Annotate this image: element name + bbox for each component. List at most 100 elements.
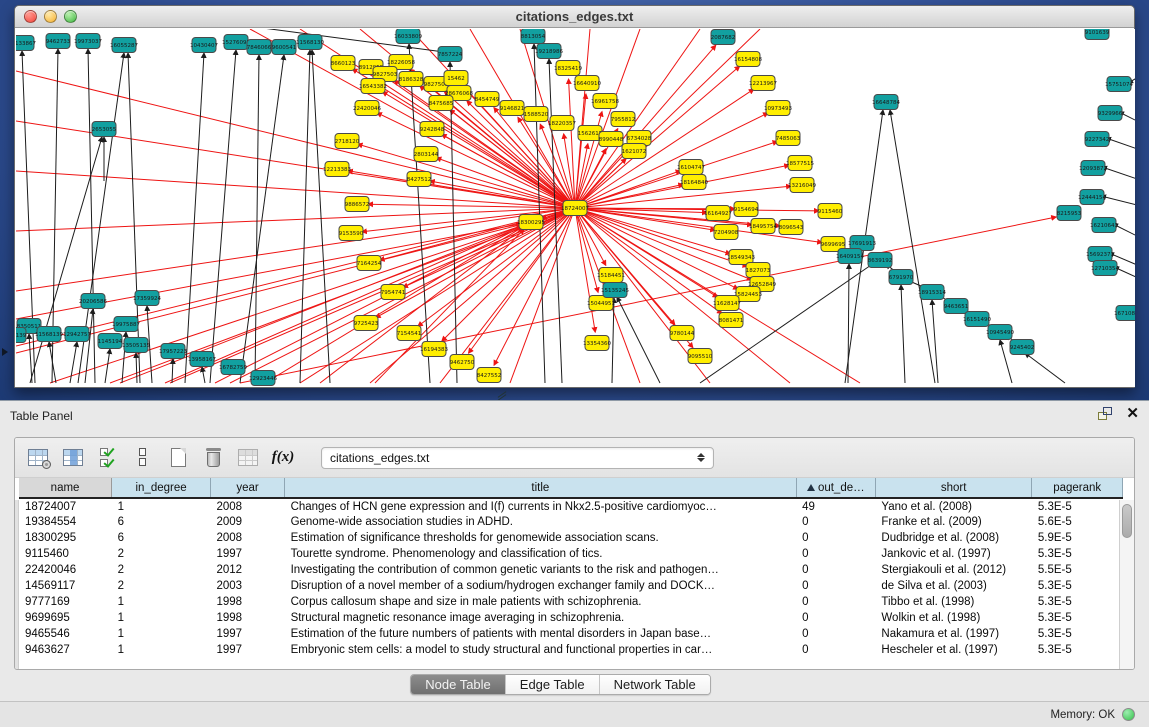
graph-node[interactable]: 8475685 <box>429 96 454 111</box>
cell-pagerank[interactable]: 5.3E-5 <box>1032 578 1123 594</box>
graph-node[interactable]: 7955812 <box>611 112 636 127</box>
cell-pagerank[interactable]: 5.3E-5 <box>1032 498 1123 514</box>
cell-pagerank[interactable]: 5.3E-5 <box>1032 546 1123 562</box>
cell-short[interactable]: Hescheler et al. (1997) <box>875 642 1031 658</box>
cell-title[interactable]: Estimation of significance thresholds fo… <box>285 530 797 546</box>
scrollbar-thumb[interactable] <box>1122 504 1132 538</box>
graph-node[interactable]: 18577515 <box>786 156 814 171</box>
cell-short[interactable]: Yano et al. (2008) <box>875 498 1031 514</box>
cell-out_degree[interactable]: 0 <box>796 626 875 642</box>
graph-node[interactable]: 19973037 <box>74 34 102 49</box>
function-builder-button[interactable]: f(x) <box>270 445 296 471</box>
cell-out_degree[interactable]: 49 <box>796 498 875 514</box>
graph-node[interactable]: 12213967 <box>749 76 777 91</box>
cell-title[interactable]: Investigating the contribution of common… <box>285 562 797 578</box>
cell-in_degree[interactable]: 1 <box>112 626 211 642</box>
graph-node[interactable]: 8427552 <box>477 368 502 383</box>
table-row[interactable]: 1830029562008Estimation of significance … <box>19 530 1123 546</box>
graph-node[interactable]: 1588520 <box>524 107 549 122</box>
graph-node[interactable]: 8427512 <box>407 172 432 187</box>
column-header-pagerank[interactable]: pagerank <box>1032 478 1123 498</box>
graph-node[interactable]: 7485063 <box>776 131 801 146</box>
zoom-window-icon[interactable] <box>64 10 77 23</box>
cell-short[interactable]: Jankovic et al. (1997) <box>875 546 1031 562</box>
graph-node[interactable]: 9780144 <box>670 326 695 341</box>
graph-node[interactable]: 16033809 <box>394 29 422 44</box>
graph-node[interactable]: 2803144 <box>414 147 439 162</box>
cell-in_degree[interactable]: 2 <box>112 546 211 562</box>
pane-resize-grip[interactable] <box>497 392 507 399</box>
graph-node[interactable]: 19218986 <box>535 44 563 59</box>
cell-name[interactable]: 9465546 <box>19 626 112 642</box>
graph-node[interactable]: 15135245 <box>601 283 629 298</box>
cell-out_degree[interactable]: 0 <box>796 610 875 626</box>
graph-node[interactable]: 16710834 <box>1114 306 1135 321</box>
vertical-scrollbar[interactable] <box>1119 500 1134 669</box>
table-source-select[interactable]: citations_edges.txt <box>321 447 714 469</box>
cell-name[interactable]: 22420046 <box>19 562 112 578</box>
graph-node[interactable]: 9146821 <box>500 101 525 116</box>
panel-collapse-arrow-icon[interactable] <box>2 348 8 356</box>
graph-node[interactable]: 10430407 <box>190 38 218 53</box>
graph-node[interactable]: 12710354 <box>1091 261 1119 276</box>
cell-out_degree[interactable]: 0 <box>796 514 875 530</box>
cell-short[interactable]: Nakamura et al. (1997) <box>875 626 1031 642</box>
graph-node[interactable]: 7204908 <box>714 225 739 240</box>
graph-node[interactable]: 7154541 <box>397 326 422 341</box>
graph-node[interactable]: 11568130 <box>296 35 324 50</box>
minimize-window-icon[interactable] <box>44 10 57 23</box>
cell-pagerank[interactable]: 5.3E-5 <box>1032 594 1123 610</box>
graph-node[interactable]: 22420046 <box>353 101 381 116</box>
close-window-icon[interactable] <box>24 10 37 23</box>
graph-node[interactable]: 9115460 <box>818 204 843 219</box>
cell-title[interactable]: Estimation of the future numbers of pati… <box>285 626 797 642</box>
row-height-button[interactable] <box>130 445 156 471</box>
cell-out_degree[interactable]: 0 <box>796 594 875 610</box>
graph-node[interactable]: 18915314 <box>918 285 946 300</box>
graph-node[interactable]: 18495754 <box>749 219 777 234</box>
graph-node[interactable]: 9463651 <box>944 299 969 314</box>
graph-node[interactable]: 18325419 <box>554 61 582 76</box>
graph-node[interactable]: 9725423 <box>354 316 379 331</box>
column-header-short[interactable]: short <box>875 478 1031 498</box>
graph-node[interactable]: 8660123 <box>331 56 356 71</box>
graph-node[interactable]: 9095510 <box>688 349 713 364</box>
cell-name[interactable]: 9699695 <box>19 610 112 626</box>
graph-node[interactable]: 8096543 <box>779 220 804 235</box>
graph-node[interactable]: 12213383 <box>323 162 351 177</box>
cell-name[interactable]: 9463627 <box>19 642 112 658</box>
graph-node[interactable]: 8813054 <box>521 29 546 44</box>
graph-node[interactable]: 13958167 <box>188 352 216 367</box>
cell-title[interactable]: Disruption of a novel member of a sodium… <box>285 578 797 594</box>
graph-node[interactable]: 9242848 <box>420 122 445 137</box>
graph-node[interactable]: 3915139 <box>16 328 27 343</box>
cell-name[interactable]: 14569117 <box>19 578 112 594</box>
cell-year[interactable]: 2008 <box>210 530 284 546</box>
cell-out_degree[interactable]: 0 <box>796 530 875 546</box>
graph-node[interactable]: 6791970 <box>889 270 914 285</box>
graph-node[interactable]: 18220357 <box>548 116 576 131</box>
cell-name[interactable]: 18300295 <box>19 530 112 546</box>
table-row[interactable]: 2242004622012Investigating the contribut… <box>19 562 1123 578</box>
cell-pagerank[interactable]: 5.3E-5 <box>1032 642 1123 658</box>
graph-node[interactable]: 16210643 <box>1090 218 1118 233</box>
graph-node[interactable]: 12942757 <box>63 327 91 342</box>
graph-node[interactable]: 15692371 <box>1086 247 1114 262</box>
graph-node[interactable]: 9245402 <box>1010 340 1035 355</box>
table-row[interactable]: 977716911998Corpus callosum shape and si… <box>19 594 1123 610</box>
cell-name[interactable]: 18724007 <box>19 498 112 514</box>
graph-node[interactable]: 19975887 <box>112 317 140 332</box>
select-columns-button[interactable] <box>95 445 121 471</box>
network-window-titlebar[interactable]: citations_edges.txt <box>15 6 1134 28</box>
graph-node[interactable]: 18164840 <box>680 175 708 190</box>
cell-short[interactable]: Stergiakouli et al. (2012) <box>875 562 1031 578</box>
memory-status-indicator[interactable] <box>1122 708 1135 721</box>
table-row[interactable]: 1872400712008Changes of HCN gene express… <box>19 498 1123 514</box>
cell-name[interactable]: 9777169 <box>19 594 112 610</box>
cell-in_degree[interactable]: 1 <box>112 594 211 610</box>
cell-out_degree[interactable]: 0 <box>796 642 875 658</box>
graph-node[interactable]: 16154808 <box>734 52 762 67</box>
graph-node[interactable]: 8990448 <box>599 132 624 147</box>
cell-title[interactable]: Changes of HCN gene expression and I(f) … <box>285 498 797 514</box>
graph-node[interactable]: 2087682 <box>711 30 736 45</box>
